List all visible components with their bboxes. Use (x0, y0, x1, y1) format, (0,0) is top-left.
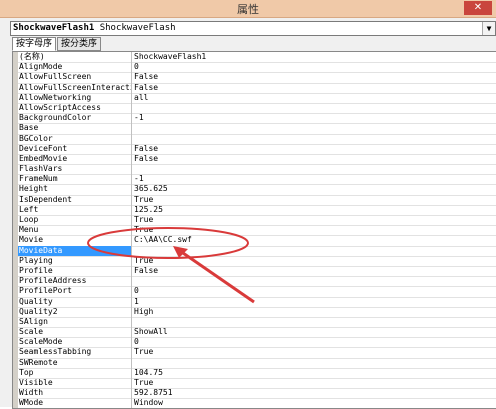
property-value[interactable]: Window (132, 398, 496, 408)
object-name: ShockwaveFlash1 (13, 23, 95, 33)
property-row[interactable]: Movie C:\AA\CC.swf (18, 235, 496, 247)
property-row[interactable]: IsDependent True (18, 194, 496, 206)
property-row[interactable]: MovieData (18, 245, 496, 257)
property-row[interactable]: ScaleMode 0 (18, 337, 496, 349)
chevron-down-icon[interactable]: ▼ (482, 22, 495, 35)
property-row[interactable]: Height 365.625 (18, 184, 496, 196)
property-row[interactable]: Top 104.75 (18, 367, 496, 379)
property-row[interactable]: AllowNetworking all (18, 92, 496, 104)
property-row[interactable]: EmbedMovie False (18, 153, 496, 166)
property-row[interactable]: (名称) ShockwaveFlash1 (18, 52, 496, 64)
property-row[interactable]: Base (18, 123, 496, 135)
property-rows: (名称) ShockwaveFlash1 AlignMode 0 AllowFullSc… (18, 52, 496, 408)
property-row[interactable]: AlignMode 0 (18, 62, 496, 74)
property-row[interactable]: DeviceFont False (18, 143, 496, 155)
property-row[interactable]: BackgroundColor -1 (18, 113, 496, 125)
object-type: ShockwaveFlash (99, 23, 176, 33)
property-row[interactable]: ProfilePort 0 (18, 286, 496, 298)
property-row[interactable]: Scale ShowAll (18, 327, 496, 339)
property-row[interactable]: Profile False (18, 265, 496, 278)
property-row[interactable]: Loop True (18, 215, 496, 227)
property-row[interactable]: SeamlessTabbing True (18, 347, 496, 359)
tab-bar: 按字母序 按分类序 (12, 37, 102, 51)
property-row[interactable]: Quality2 High (18, 306, 496, 318)
property-row[interactable]: Left 125.25 (18, 204, 496, 216)
property-row[interactable]: ProfileAddress (18, 276, 496, 288)
title-bar: 属性 ✕ (0, 0, 496, 18)
property-row[interactable]: AllowFullScreen False (18, 72, 496, 84)
close-button[interactable]: ✕ (464, 1, 492, 15)
property-row[interactable]: Quality 1 (18, 296, 496, 308)
property-name: WMode (18, 398, 132, 408)
property-row[interactable]: AllowScriptAccess (18, 102, 496, 115)
property-grid: (名称) ShockwaveFlash1 AlignMode 0 AllowFullSc… (12, 51, 496, 409)
window-title: 属性 (237, 3, 259, 16)
property-row[interactable]: Width 592.8751 (18, 388, 496, 400)
property-row[interactable]: Menu True (18, 225, 496, 237)
property-row[interactable]: WMode Window (18, 398, 496, 408)
property-row[interactable]: SAlign (18, 316, 496, 329)
property-row[interactable]: SWRemote (18, 357, 496, 369)
property-row[interactable]: FlashVars (18, 164, 496, 176)
property-row[interactable]: Playing True (18, 255, 496, 267)
tab-alphabetic[interactable]: 按字母序 (12, 37, 57, 51)
property-row[interactable]: Visible True (18, 378, 496, 390)
property-row[interactable]: AllowFullScreenInteractive False (18, 82, 496, 94)
property-row[interactable]: BGColor (18, 133, 496, 145)
object-selector[interactable]: ShockwaveFlash1 ShockwaveFlash ▼ (10, 21, 496, 36)
property-row[interactable]: FrameNum -1 (18, 174, 496, 186)
tab-categorized[interactable]: 按分类序 (57, 37, 102, 51)
